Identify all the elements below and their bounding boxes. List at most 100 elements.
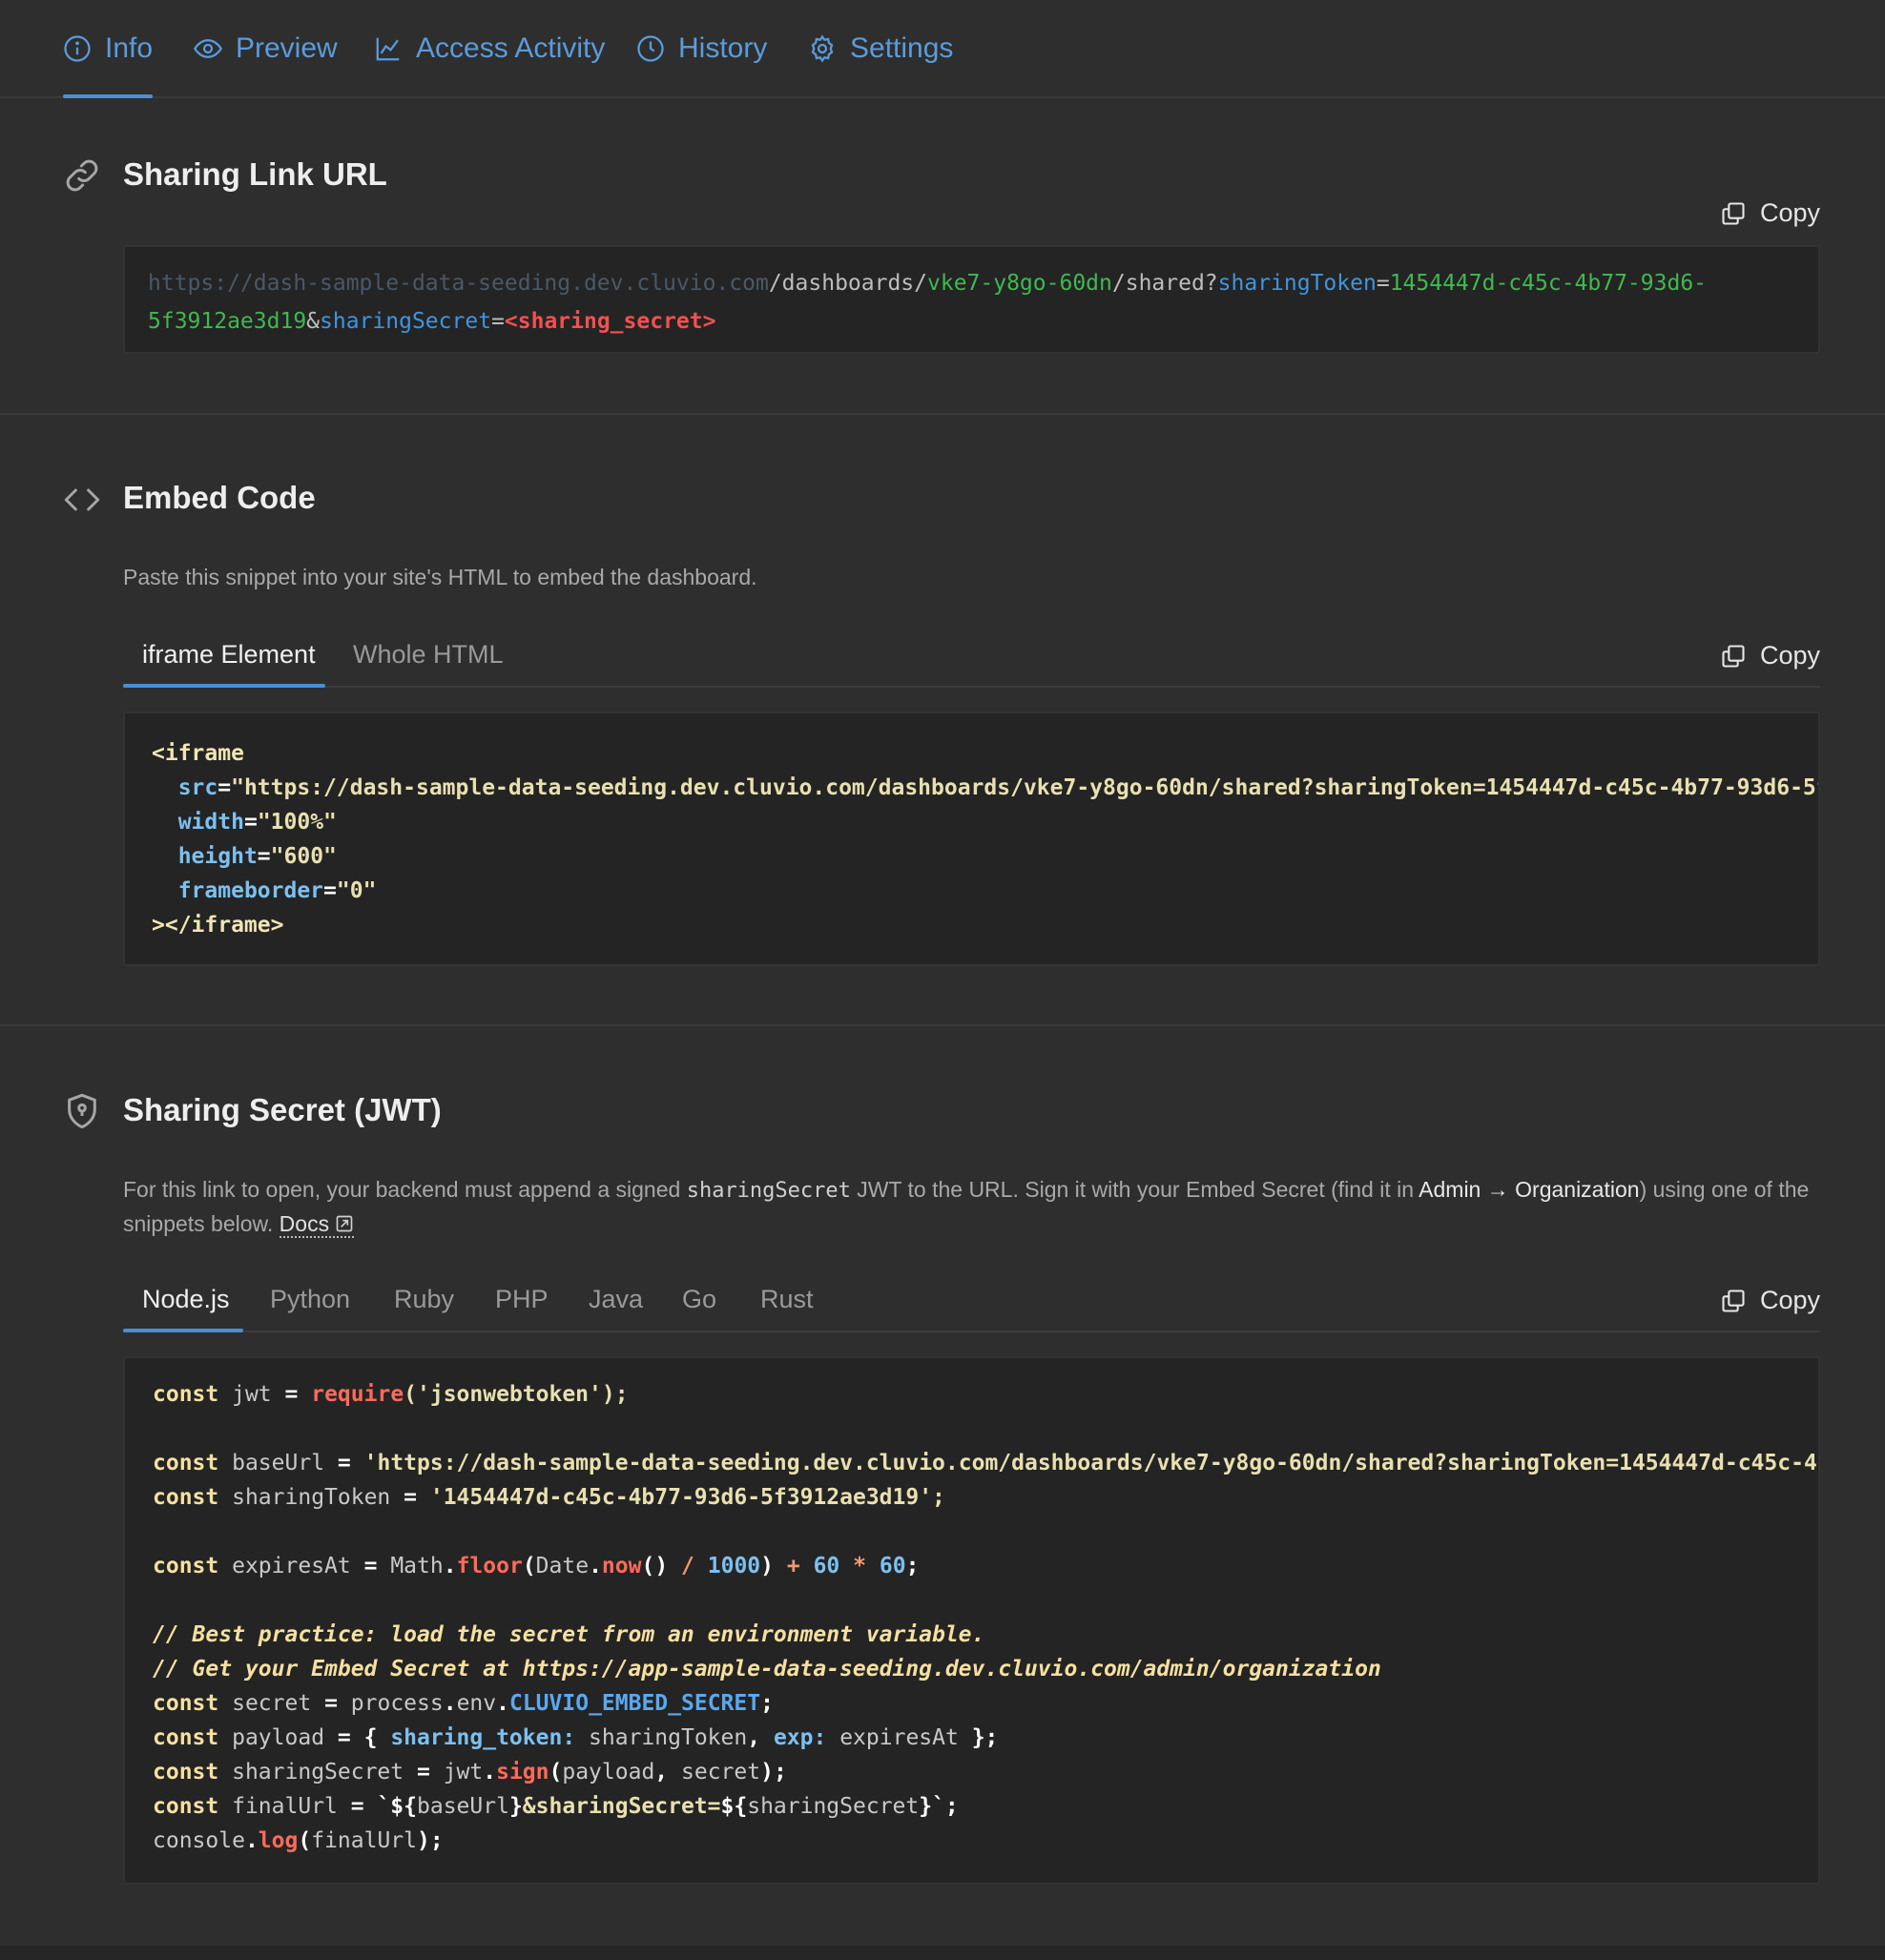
copy-icon <box>1722 201 1745 225</box>
code-property: sharing_token <box>390 1725 563 1750</box>
code-keyword: const <box>153 1451 219 1475</box>
tab-iframe-element[interactable]: iframe Element <box>142 640 316 670</box>
embed-code: <iframe src="https://dash-sample-data-se… <box>152 736 1818 942</box>
code-number: 60 <box>879 1554 906 1578</box>
secret-desc-admin: Admin <box>1419 1177 1481 1202</box>
code-identifier: payload <box>232 1725 325 1750</box>
code-comment: // Best practice: load the secret from a… <box>153 1622 985 1647</box>
url-path-suffix: /shared? <box>1111 271 1218 296</box>
code-keyword: const <box>153 1554 219 1578</box>
url-token-param: sharingToken <box>1217 271 1377 296</box>
embed-description: Paste this snippet into your site's HTML… <box>123 565 757 589</box>
copy-snippet-button[interactable]: Copy <box>1720 1286 1820 1315</box>
code-identifier: secret <box>232 1691 312 1716</box>
secret-desc-text: For this link to open, your backend must… <box>123 1177 687 1202</box>
gear-icon <box>811 34 834 62</box>
docs-link[interactable]: Docs <box>279 1211 355 1238</box>
tab-access-activity[interactable]: Access Activity <box>374 0 605 96</box>
code-function: require <box>311 1382 404 1407</box>
url-dashboard-id: vke7-y8go-60dn <box>927 271 1112 296</box>
code-keyword: const <box>153 1485 219 1510</box>
tab-preview[interactable]: Preview <box>194 0 338 96</box>
code-keyword: const <box>153 1725 219 1750</box>
code-identifier: baseUrl <box>232 1451 325 1475</box>
copy-icon <box>1722 1289 1745 1312</box>
code-function: now <box>601 1554 642 1578</box>
code-identifier: sharingSecret <box>747 1794 920 1819</box>
info-icon <box>64 34 91 62</box>
tab-rust[interactable]: Rust <box>760 1285 814 1314</box>
code-string: 'https://dash-sample-data-seeding.dev.cl… <box>363 1451 1818 1475</box>
jwt-code: const jwt = require('jsonwebtoken'); con… <box>153 1377 1818 1858</box>
secret-description: For this link to open, your backend must… <box>123 1173 1821 1240</box>
tab-nodejs[interactable]: Node.js <box>142 1285 230 1314</box>
sharing-url-box[interactable]: https://dash-sample-data-seeding.dev.clu… <box>123 245 1820 354</box>
code-height-attr: height <box>177 844 258 869</box>
secret-desc-code: sharingSecret <box>686 1179 851 1203</box>
code-keyword: const <box>153 1691 219 1716</box>
secret-desc-organization: Organization <box>1515 1177 1640 1202</box>
code-open-tag: <iframe <box>152 741 244 766</box>
chart-line-icon <box>376 37 400 60</box>
code-identifier: expiresAt <box>839 1725 959 1750</box>
code-comment: // Get your Embed Secret at https://app-… <box>153 1657 1381 1681</box>
tab-settings[interactable]: Settings <box>808 0 953 96</box>
code-identifier: secret <box>681 1760 761 1785</box>
secret-tabs-bar <box>123 1331 1820 1332</box>
copy-icon <box>1722 644 1745 668</box>
shield-icon <box>68 1093 96 1129</box>
url-eq-2: = <box>491 309 505 334</box>
code-function: log <box>258 1828 299 1853</box>
jwt-code-block[interactable]: const jwt = require('jsonwebtoken'); con… <box>123 1356 1820 1885</box>
sharing-link-title: Sharing Link URL <box>123 156 387 192</box>
embed-code-block[interactable]: <iframe src="https://dash-sample-data-se… <box>123 712 1820 966</box>
url-path-prefix: /dashboards/ <box>768 271 927 296</box>
code-frameborder-attr: frameborder <box>177 878 324 903</box>
tab-php[interactable]: PHP <box>495 1285 549 1314</box>
code-identifier: jwt <box>232 1382 272 1407</box>
tab-python[interactable]: Python <box>270 1285 350 1314</box>
url-eq: = <box>1376 271 1390 296</box>
code-eq: = <box>243 810 258 835</box>
code-identifier: expiresAt <box>232 1554 351 1578</box>
sharing-url-line-2: 5f3912ae3d19&sharingSecret=<sharing_secr… <box>148 302 1795 340</box>
code-keyword: const <box>153 1794 219 1819</box>
code-property: exp <box>773 1725 814 1750</box>
code-identifier: Math <box>390 1554 444 1578</box>
tab-access-activity-label: Access Activity <box>416 31 606 64</box>
tab-java[interactable]: Java <box>589 1285 643 1314</box>
copy-embed-label: Copy <box>1759 641 1820 670</box>
tab-history-label: History <box>678 31 768 64</box>
copy-url-button[interactable]: Copy <box>1720 198 1820 228</box>
code-identifier: finalUrl <box>232 1794 338 1819</box>
tab-ruby[interactable]: Ruby <box>394 1285 454 1314</box>
code-env-var: CLUVIO_EMBED_SECRET <box>508 1691 761 1716</box>
embed-tabs-bar <box>123 686 1820 688</box>
tab-go[interactable]: Go <box>682 1285 716 1314</box>
tab-whole-html[interactable]: Whole HTML <box>353 640 504 670</box>
tab-preview-label: Preview <box>236 31 338 64</box>
code-identifier: sharingToken <box>589 1725 748 1750</box>
share-panel-tabs: Info Preview Access Activity History Set… <box>0 0 1885 98</box>
code-src-value: "https://dash-sample-data-seeding.dev.cl… <box>231 775 1820 800</box>
embed-tab-underline <box>123 684 325 688</box>
copy-snippet-label: Copy <box>1759 1286 1820 1314</box>
code-identifier: finalUrl <box>311 1828 417 1853</box>
copy-embed-button[interactable]: Copy <box>1720 641 1820 671</box>
tab-info-label: Info <box>105 31 154 64</box>
eye-icon <box>194 38 222 58</box>
url-base: https://dash-sample-data-seeding.dev.clu… <box>148 271 769 296</box>
code-string: '1454447d-c45c-4b77-93d6-5f3912ae3d19'; <box>429 1485 945 1510</box>
code-identifier: env <box>456 1691 497 1716</box>
external-link-icon <box>336 1215 353 1232</box>
tab-history[interactable]: History <box>636 0 767 96</box>
code-identifier: sharingToken <box>232 1485 391 1510</box>
url-token-value-end: 5f3912ae3d19 <box>148 309 307 334</box>
docs-link-label: Docs <box>279 1211 330 1236</box>
code-function: sign <box>496 1760 549 1785</box>
code-identifier: payload <box>562 1760 655 1785</box>
tab-info[interactable]: Info <box>63 0 154 98</box>
code-string: &sharingSecret= <box>522 1794 721 1819</box>
code-icon <box>64 488 100 511</box>
clock-icon <box>637 34 664 62</box>
